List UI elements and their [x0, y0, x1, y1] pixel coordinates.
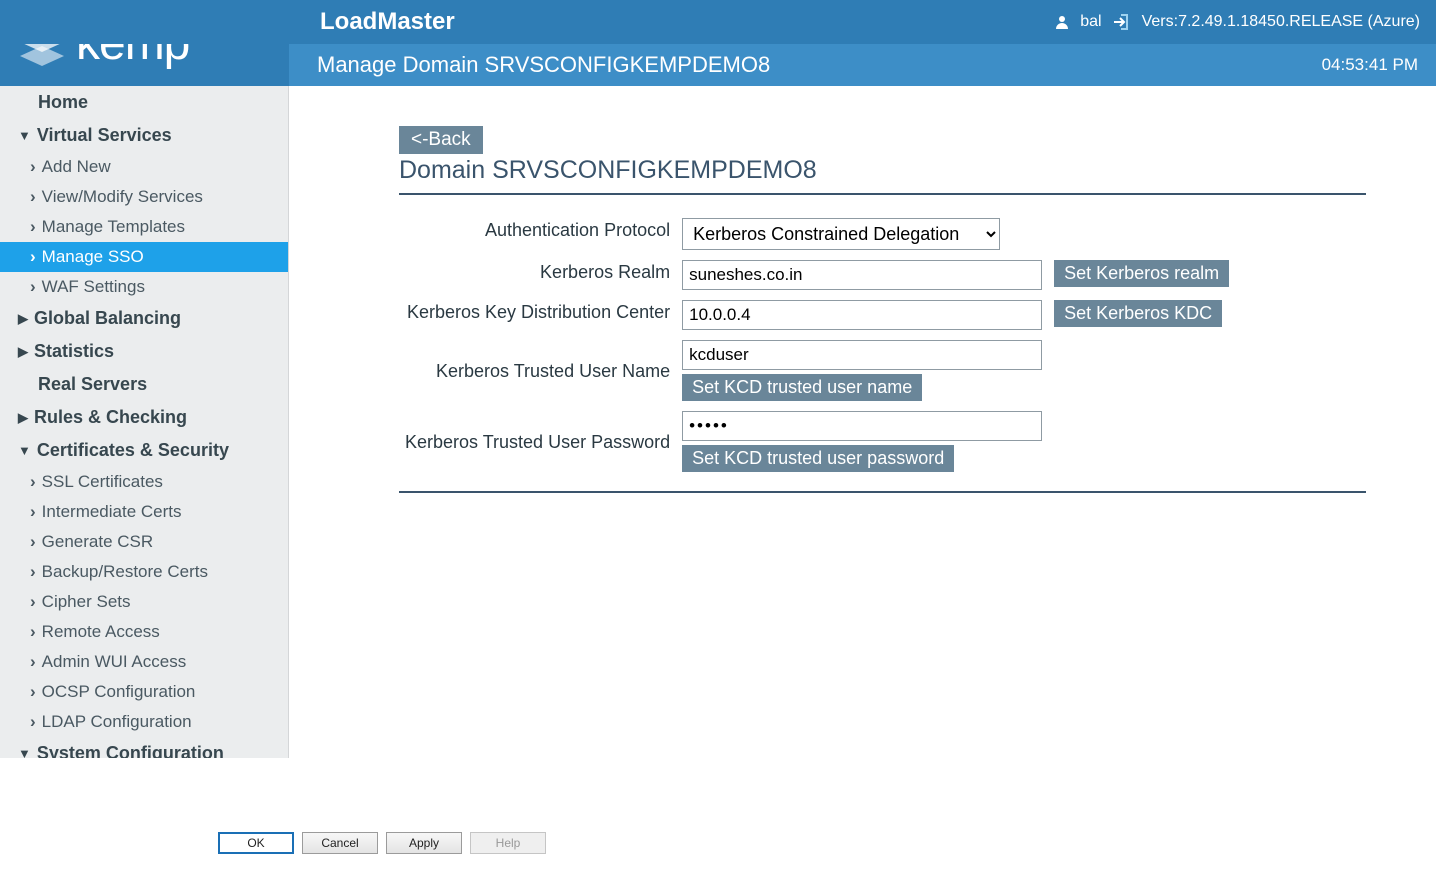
nav-backup-restore-certs[interactable]: Backup/Restore Certs	[0, 557, 288, 587]
back-button[interactable]: <-Back	[399, 126, 483, 154]
caret-down-icon: ▼	[18, 128, 31, 143]
nav-label: Remote Access	[42, 622, 160, 642]
main-content: <-Back Domain SRVSCONFIGKEMPDEMO8 Authen…	[289, 86, 1436, 758]
caret-right-icon: ▶	[18, 344, 28, 360]
nav-label: Certificates & Security	[37, 440, 229, 461]
nav-certificates-security[interactable]: ▼ Certificates & Security	[0, 434, 288, 467]
nav-label: Add New	[42, 157, 111, 177]
nav-label: View/Modify Services	[42, 187, 203, 207]
username: bal	[1080, 13, 1101, 31]
page-subtitle: Manage Domain SRVSCONFIGKEMPDEMO8	[317, 52, 770, 78]
nav-label: Home	[38, 92, 88, 113]
nav-manage-sso[interactable]: Manage SSO	[0, 242, 288, 272]
clock: 04:53:41 PM	[1322, 55, 1418, 75]
nav-add-new[interactable]: Add New	[0, 152, 288, 182]
divider	[399, 193, 1366, 195]
nav-global-balancing[interactable]: ▶ Global Balancing	[0, 302, 288, 335]
auth-protocol-select[interactable]: Kerberos Constrained Delegation	[682, 218, 1000, 250]
nav-ldap-configuration[interactable]: LDAP Configuration	[0, 707, 288, 737]
set-trusted-pass-button[interactable]: Set KCD trusted user password	[682, 445, 954, 472]
dialog-bar: OK Cancel Apply Help	[0, 758, 1436, 882]
nav-label: Rules & Checking	[34, 407, 187, 428]
nav-manage-templates[interactable]: Manage Templates	[0, 212, 288, 242]
caret-down-icon: ▼	[18, 746, 31, 758]
nav-label: Statistics	[34, 341, 114, 362]
nav-cipher-sets[interactable]: Cipher Sets	[0, 587, 288, 617]
label-trusted-pass: Kerberos Trusted User Password	[399, 406, 676, 477]
page-heading: Domain SRVSCONFIGKEMPDEMO8	[399, 156, 1366, 185]
nav-virtual-services[interactable]: ▼ Virtual Services	[0, 119, 288, 152]
nav-system-configuration[interactable]: ▼ System Configuration	[0, 737, 288, 758]
set-realm-button[interactable]: Set Kerberos realm	[1054, 260, 1229, 287]
nav-remote-access[interactable]: Remote Access	[0, 617, 288, 647]
app-title: LoadMaster	[320, 8, 455, 36]
nav-label: Manage Templates	[42, 217, 185, 237]
ok-button[interactable]: OK	[218, 832, 294, 854]
nav-label: Backup/Restore Certs	[42, 562, 208, 582]
user-icon	[1054, 14, 1070, 30]
header-bar: LoadMaster bal Vers:7.2.49.1.18450.RELEA…	[0, 0, 1436, 44]
nav-home[interactable]: Home	[0, 86, 288, 119]
version-text: Vers:7.2.49.1.18450.RELEASE (Azure)	[1142, 13, 1420, 31]
nav-label: Virtual Services	[37, 125, 172, 146]
nav-statistics[interactable]: ▶ Statistics	[0, 335, 288, 368]
trusted-user-input[interactable]	[682, 340, 1042, 370]
nav-label: Real Servers	[38, 374, 147, 395]
nav-label: Global Balancing	[34, 308, 181, 329]
nav-label: LDAP Configuration	[42, 712, 192, 732]
nav-label: Generate CSR	[42, 532, 154, 552]
nav-label: OCSP Configuration	[42, 682, 196, 702]
apply-button[interactable]: Apply	[386, 832, 462, 854]
set-kdc-button[interactable]: Set Kerberos KDC	[1054, 300, 1222, 327]
subtitle-bar: Manage Domain SRVSCONFIGKEMPDEMO8 04:53:…	[289, 44, 1436, 86]
nav-admin-wui-access[interactable]: Admin WUI Access	[0, 647, 288, 677]
set-trusted-user-button[interactable]: Set KCD trusted user name	[682, 374, 922, 401]
help-button: Help	[470, 832, 546, 854]
label-kdc: Kerberos Key Distribution Center	[399, 295, 676, 335]
trusted-pass-input[interactable]	[682, 411, 1042, 441]
caret-down-icon: ▼	[18, 443, 31, 458]
nav-waf-settings[interactable]: WAF Settings	[0, 272, 288, 302]
nav-generate-csr[interactable]: Generate CSR	[0, 527, 288, 557]
nav-real-servers[interactable]: Real Servers	[0, 368, 288, 401]
caret-right-icon: ▶	[18, 410, 28, 426]
nav-ocsp-configuration[interactable]: OCSP Configuration	[0, 677, 288, 707]
kdc-input[interactable]	[682, 300, 1042, 330]
label-realm: Kerberos Realm	[399, 255, 676, 295]
label-trusted-user: Kerberos Trusted User Name	[399, 335, 676, 406]
realm-input[interactable]	[682, 260, 1042, 290]
label-auth-protocol: Authentication Protocol	[399, 213, 676, 255]
nav-intermediate-certs[interactable]: Intermediate Certs	[0, 497, 288, 527]
nav-label: Cipher Sets	[42, 592, 131, 612]
sidebar[interactable]: Home ▼ Virtual Services Add New View/Modify …	[0, 86, 289, 758]
form-table: Authentication Protocol Kerberos Constra…	[399, 213, 1279, 477]
cancel-button[interactable]: Cancel	[302, 832, 378, 854]
nav-label: Manage SSO	[42, 247, 144, 267]
logout-icon[interactable]	[1112, 13, 1132, 31]
nav-label: WAF Settings	[42, 277, 145, 297]
nav-label: System Configuration	[37, 743, 224, 758]
nav-rules-checking[interactable]: ▶ Rules & Checking	[0, 401, 288, 434]
nav-view-modify-services[interactable]: View/Modify Services	[0, 182, 288, 212]
nav-label: Intermediate Certs	[42, 502, 182, 522]
nav-label: SSL Certificates	[42, 472, 163, 492]
nav-label: Admin WUI Access	[42, 652, 187, 672]
caret-right-icon: ▶	[18, 311, 28, 327]
nav-ssl-certificates[interactable]: SSL Certificates	[0, 467, 288, 497]
divider-bottom	[399, 491, 1366, 493]
